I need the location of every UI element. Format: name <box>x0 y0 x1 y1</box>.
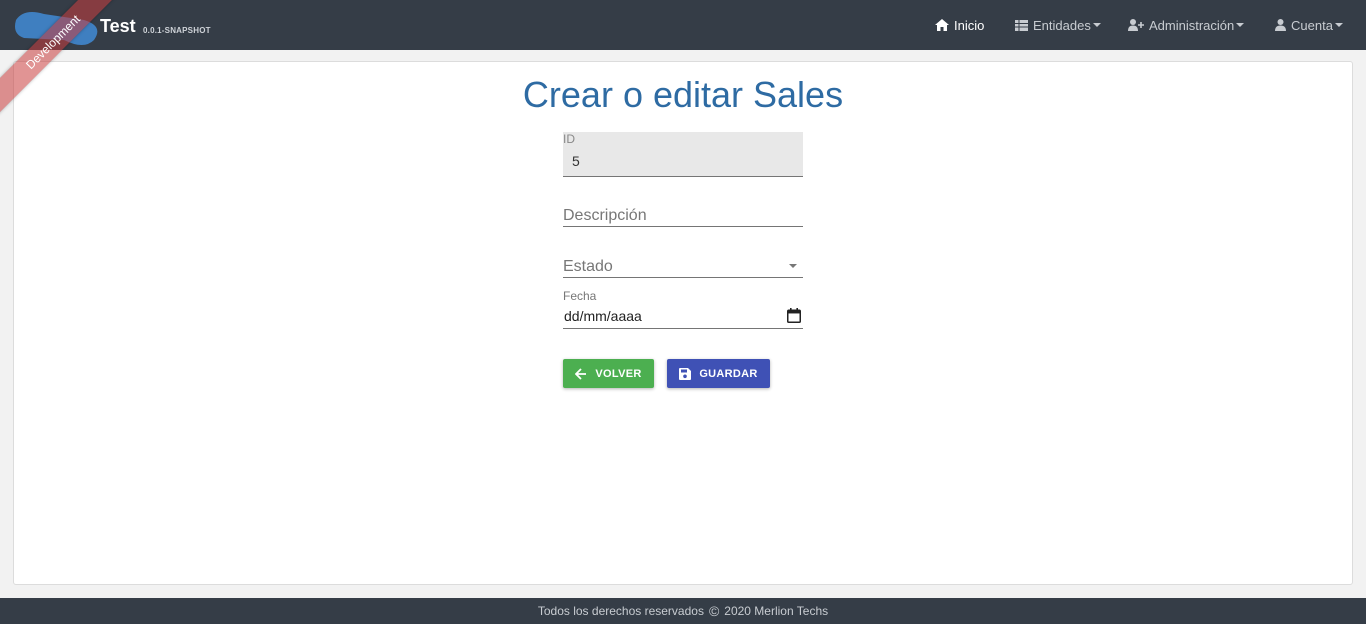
home-icon <box>935 19 949 31</box>
save-button-label: GUARDAR <box>699 367 758 380</box>
estado-placeholder: Estado <box>563 258 613 275</box>
nav-item-cuenta-label: Cuenta <box>1291 17 1333 33</box>
chevron-down-icon <box>1092 23 1101 27</box>
id-field[interactable]: ID 5 <box>563 132 803 177</box>
logo-icon[interactable] <box>14 10 100 46</box>
brand-version: 0.0.1-SNAPSHOT <box>143 26 211 35</box>
fecha-placeholder: dd/mm/aaaa <box>564 308 642 324</box>
user-icon <box>1275 19 1286 31</box>
copyright-icon: © <box>708 603 720 619</box>
calendar-icon[interactable] <box>787 308 801 323</box>
id-value: 5 <box>572 153 580 169</box>
nav-item-entidades-label: Entidades <box>1033 17 1091 33</box>
nav-item-cuenta[interactable]: Cuenta <box>1275 0 1343 50</box>
user-plus-icon <box>1128 19 1144 31</box>
footer-text-after: 2020 Merlion Techs <box>724 604 829 618</box>
id-label: ID <box>563 132 575 146</box>
page-title: Crear o editar Sales <box>522 74 844 115</box>
chevron-down-icon <box>1236 23 1245 27</box>
nav-item-inicio-label: Inicio <box>954 17 985 33</box>
nav-item-administracion-label: Administración <box>1149 17 1235 33</box>
back-button-label: VOLVER <box>595 367 642 380</box>
chevron-down-icon <box>1334 23 1343 27</box>
descripcion-placeholder: Descripción <box>563 207 647 224</box>
footer: Todos los derechos reservados © 2020 Mer… <box>0 598 1366 624</box>
estado-select[interactable]: Estado <box>563 256 803 278</box>
fecha-label: Fecha <box>563 289 597 303</box>
save-button[interactable]: GUARDAR <box>667 359 770 388</box>
table-icon <box>1015 19 1028 31</box>
nav-item-administracion[interactable]: Administración <box>1128 0 1245 50</box>
nav-item-inicio[interactable]: Inicio <box>935 0 984 50</box>
arrow-left-icon <box>575 367 587 380</box>
fecha-input[interactable]: dd/mm/aaaa <box>563 306 803 329</box>
footer-text-before: Todos los derechos reservados <box>537 604 704 618</box>
navbar: Test 0.0.1-SNAPSHOT Inicio Entidades Adm… <box>0 0 1366 50</box>
nav-item-entidades[interactable]: Entidades <box>1015 0 1101 50</box>
dropdown-arrow-icon <box>789 264 797 268</box>
back-button[interactable]: VOLVER <box>563 359 654 388</box>
save-icon <box>679 367 692 380</box>
descripcion-input[interactable]: Descripción <box>563 205 803 227</box>
brand-title[interactable]: Test <box>100 16 136 37</box>
